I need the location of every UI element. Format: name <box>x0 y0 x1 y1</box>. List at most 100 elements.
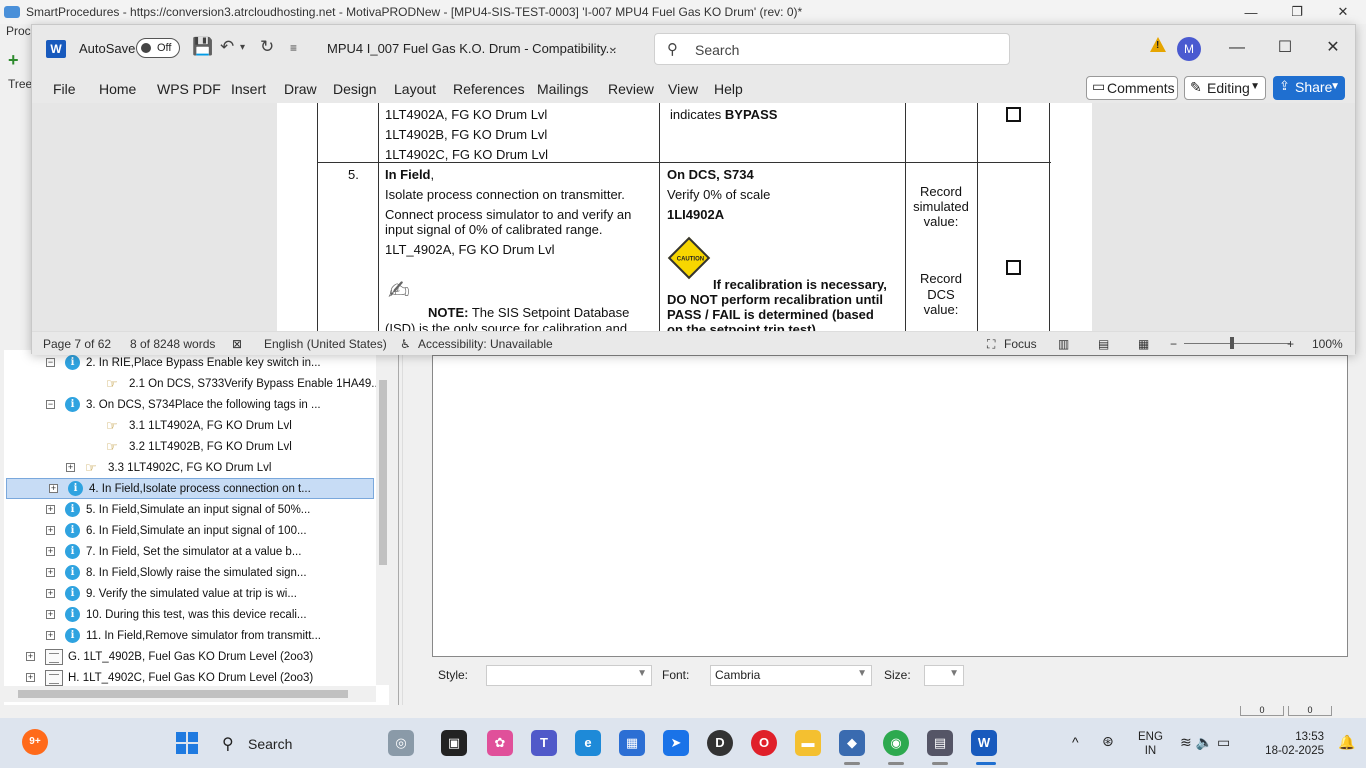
tab-file[interactable]: File <box>53 81 76 97</box>
tree-item[interactable]: + i 5. In Field,Simulate an input signal o… <box>4 499 310 520</box>
expand-icon[interactable]: + <box>46 610 55 619</box>
focus-icon[interactable]: ⛶ <box>987 337 995 352</box>
size-dropdown[interactable]: ▼ <box>924 665 964 686</box>
style-dropdown[interactable]: ▼ <box>486 665 652 686</box>
tray-icons[interactable]: ≋ 🔈 ▭ <box>1180 734 1230 751</box>
tree-item[interactable]: + G. 1LT_4902B, Fuel Gas KO Drum Level (2… <box>4 646 313 667</box>
zoom-slider-thumb[interactable] <box>1230 337 1234 349</box>
tab-mailings[interactable]: Mailings <box>537 81 588 97</box>
tree-vscroll-thumb[interactable] <box>379 380 387 565</box>
tree-item[interactable]: + i 11. In Field,Remove simulator from tra… <box>4 625 321 646</box>
expand-icon[interactable]: + <box>26 652 35 661</box>
expand-icon[interactable]: + <box>46 568 55 577</box>
zoom-level[interactable]: 100% <box>1312 337 1343 351</box>
tab-layout[interactable]: Layout <box>394 81 436 97</box>
tree-item[interactable]: + ☞ 3.3 1LT4902C, FG KO Drum Lvl <box>4 457 271 478</box>
network-status-icon[interactable]: ⊛ <box>1102 733 1114 750</box>
warning-icon[interactable]: ! <box>1150 37 1166 52</box>
customize-qat-icon[interactable]: ≡ <box>290 41 297 55</box>
font-dropdown[interactable]: Cambria ▼ <box>710 665 872 686</box>
tree-item[interactable]: + i 7. In Field, Set the simulator at a va… <box>4 541 301 562</box>
expand-icon[interactable]: + <box>66 463 75 472</box>
tree-item[interactable]: + i 9. Verify the simulated value at trip … <box>4 583 297 604</box>
tab-wps-pdf[interactable]: WPS PDF <box>157 81 221 97</box>
chevron-down-icon[interactable]: ⌄ <box>607 38 619 55</box>
tree-item[interactable]: + i 10. During this test, was this device … <box>4 604 307 625</box>
step-editor-area[interactable] <box>432 355 1348 657</box>
bg-close-button[interactable]: ✕ <box>1320 0 1366 24</box>
teams-icon[interactable]: T <box>531 730 557 756</box>
tab-help[interactable]: Help <box>714 81 743 97</box>
print-layout-icon[interactable]: ▤ <box>1098 337 1109 351</box>
edge-icon[interactable]: e <box>575 730 601 756</box>
expand-icon[interactable]: + <box>46 547 55 556</box>
undo-dropdown-icon[interactable]: ▾ <box>240 42 245 53</box>
tree-hscroll-thumb[interactable] <box>18 690 348 698</box>
volume-icon[interactable]: 🔈 <box>1196 734 1213 750</box>
task-view-icon[interactable]: ▣ <box>441 730 467 756</box>
tab-review[interactable]: Review <box>608 81 654 97</box>
chrome-icon[interactable]: ◉ <box>883 730 909 756</box>
tab-design[interactable]: Design <box>333 81 377 97</box>
minimize-button[interactable]: — <box>1222 35 1252 61</box>
zoom-out-icon[interactable]: − <box>1170 337 1177 351</box>
expand-icon[interactable]: + <box>49 484 58 493</box>
tree-item[interactable]: + i 4. In Field,Isolate process connection… <box>6 478 374 499</box>
avatar[interactable]: M <box>1177 37 1201 61</box>
accessibility-icon[interactable]: ♿ <box>400 337 411 351</box>
tray-overflow-chevron-icon[interactable]: ^ <box>1072 734 1079 750</box>
add-icon[interactable]: + <box>8 50 19 71</box>
bg-maximize-button[interactable]: ❐ <box>1274 0 1320 24</box>
zoom-slider[interactable] <box>1184 343 1290 344</box>
tree-item[interactable]: ☞ 2.1 On DCS, S733Verify Bypass Enable 1H… <box>4 373 381 394</box>
start-button[interactable] <box>176 732 198 754</box>
web-layout-icon[interactable]: ▦ <box>1138 337 1149 351</box>
close-button[interactable]: ✕ <box>1318 35 1348 61</box>
undo-icon[interactable]: ↶ <box>220 37 234 57</box>
document-canvas[interactable]: 1LT4902A, FG KO Drum Lvl 1LT4902B, FG KO… <box>32 103 1355 331</box>
tab-references[interactable]: References <box>453 81 525 97</box>
redo-icon[interactable]: ↻ <box>260 37 274 57</box>
step-checkbox[interactable] <box>1006 107 1021 122</box>
clock[interactable]: 13:53 18-02-2025 <box>1262 730 1324 758</box>
store-icon[interactable]: ▦ <box>619 730 645 756</box>
maximize-button[interactable]: ☐ <box>1270 35 1300 61</box>
tab-home[interactable]: Home <box>99 81 136 97</box>
battery-icon[interactable]: ▭ <box>1217 734 1230 750</box>
zoom-in-icon[interactable]: + <box>1287 337 1294 351</box>
calculator-icon[interactable]: ▤ <box>927 730 953 756</box>
read-mode-icon[interactable]: ▥ <box>1058 337 1069 351</box>
tree-item[interactable]: + i 8. In Field,Slowly raise the simulated… <box>4 562 307 583</box>
expand-icon[interactable]: + <box>26 673 35 682</box>
tree-item[interactable]: − i 3. On DCS, S734Place the following tag… <box>4 394 321 415</box>
expand-icon[interactable]: + <box>46 589 55 598</box>
focus-label[interactable]: Focus <box>1004 337 1037 351</box>
share-button[interactable]: ⇪ Share ▼ <box>1273 76 1345 100</box>
widgets-badge[interactable]: 9+ <box>22 729 48 755</box>
step-checkbox[interactable] <box>1006 260 1021 275</box>
tree-vertical-scrollbar[interactable] <box>376 350 390 685</box>
tree-item[interactable]: + H. 1LT_4902C, Fuel Gas KO Drum Level (2… <box>4 667 313 688</box>
tree-item[interactable]: ☞ 3.1 1LT4902A, FG KO Drum Lvl <box>4 415 292 436</box>
language-status[interactable]: English (United States) <box>264 337 387 351</box>
expand-icon[interactable]: + <box>46 631 55 640</box>
collapse-icon[interactable]: − <box>46 358 55 367</box>
tree-item[interactable]: ☞ 3.2 1LT4902B, FG KO Drum Lvl <box>4 436 292 457</box>
wifi-icon[interactable]: ≋ <box>1180 734 1192 750</box>
accessibility-status[interactable]: Accessibility: Unavailable <box>418 337 553 351</box>
collapse-icon[interactable]: − <box>46 400 55 409</box>
tree-horizontal-scrollbar[interactable] <box>4 686 376 702</box>
tree-item[interactable]: − i 2. In RIE,Place Bypass Enable key swit… <box>4 352 321 373</box>
dell-icon[interactable]: D <box>707 730 733 756</box>
tab-insert[interactable]: Insert <box>231 81 266 97</box>
input-language[interactable]: ENG IN <box>1138 730 1163 758</box>
proofing-icon[interactable]: ⊠ <box>232 337 242 351</box>
tree-item[interactable]: + i 6. In Field,Simulate an input signal o… <box>4 520 307 541</box>
notification-bell-icon[interactable]: 🔔 <box>1338 734 1355 751</box>
word-count[interactable]: 8 of 8248 words <box>130 337 215 351</box>
bg-menu-procedures[interactable]: Proc <box>0 24 31 44</box>
opera-icon[interactable]: O <box>751 730 777 756</box>
panel-splitter[interactable] <box>398 350 403 705</box>
autosave-toggle[interactable]: Off <box>136 38 180 58</box>
copilot-icon[interactable]: ✿ <box>487 730 513 756</box>
